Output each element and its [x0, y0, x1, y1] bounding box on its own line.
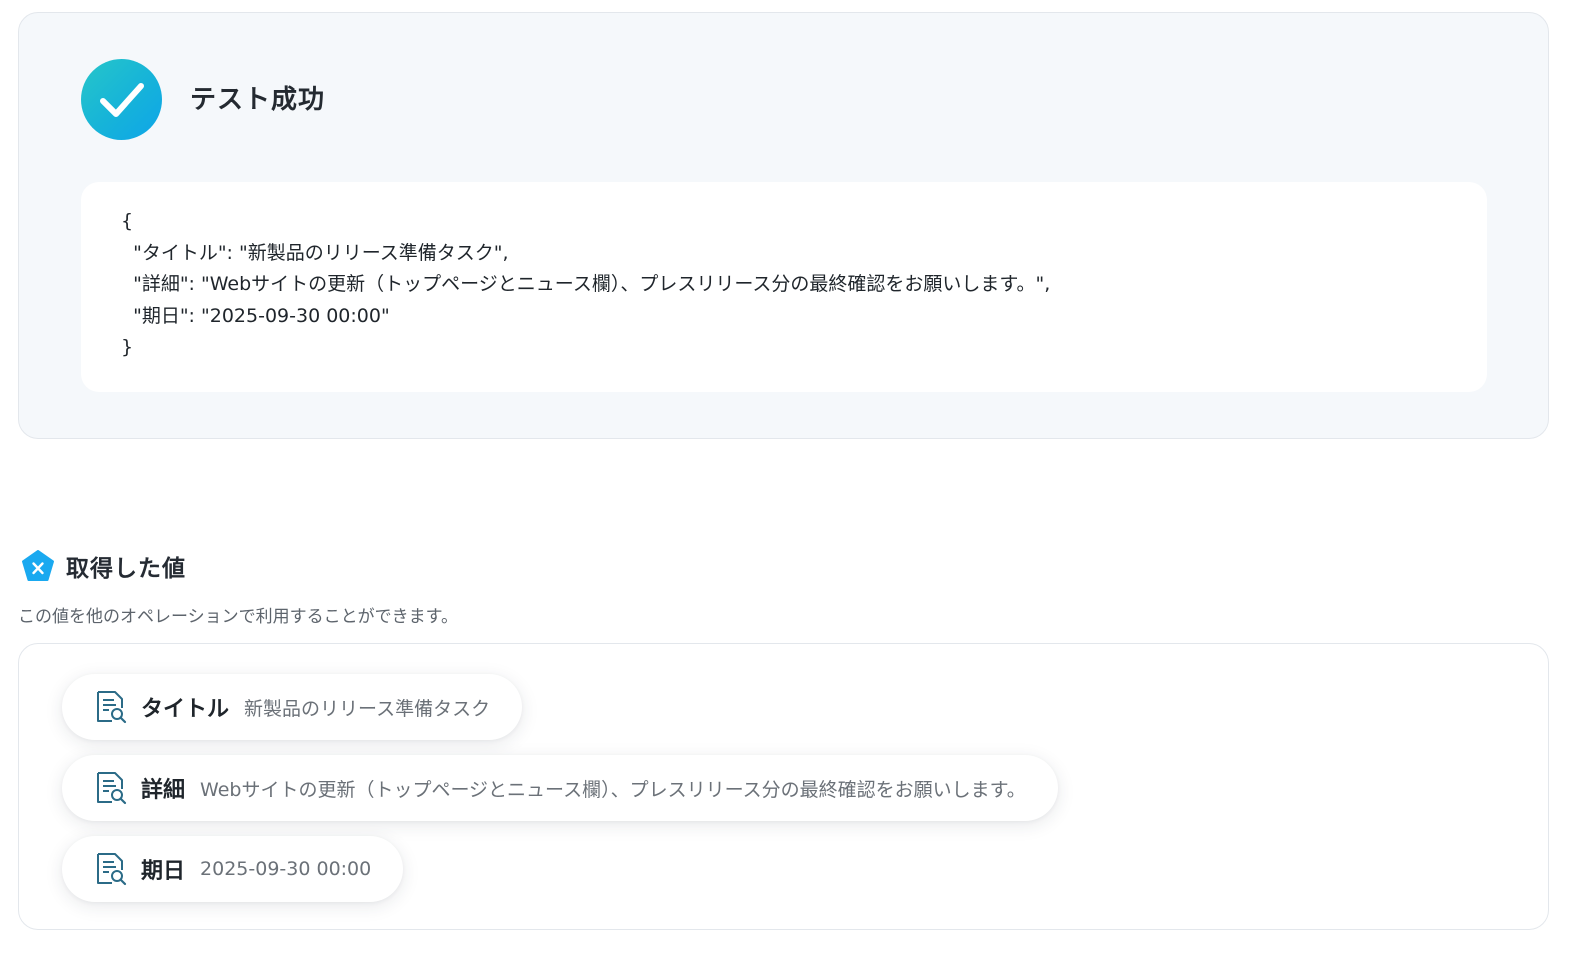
json-line: "詳細": "Webサイトの更新（トップページとニュース欄）、プレスリリース分の… — [121, 273, 1051, 295]
variable-x-icon — [22, 550, 54, 581]
check-circle-icon — [81, 59, 162, 140]
json-line: } — [121, 336, 134, 358]
document-search-icon — [97, 691, 127, 724]
document-search-icon — [97, 772, 127, 805]
value-key: タイトル — [141, 697, 230, 722]
value-text: 2025-09-30 00:00 — [200, 858, 372, 880]
value-key: 詳細 — [141, 778, 186, 803]
retrieved-values-description: この値を他のオペレーションで利用することができます。 — [18, 607, 458, 627]
test-success-title: テスト成功 — [190, 85, 326, 115]
json-output-box: { "タイトル": "新製品のリリース準備タスク", "詳細": "Webサイト… — [81, 182, 1487, 392]
json-line: { — [121, 210, 134, 232]
value-key: 期日 — [141, 859, 186, 884]
value-chip-due-date[interactable]: 期日 2025-09-30 00:00 — [62, 836, 404, 902]
value-chip-details[interactable]: 詳細 Webサイトの更新（トップページとニュース欄）、プレスリリース分の最終確認… — [62, 755, 1058, 821]
json-line: "タイトル": "新製品のリリース準備タスク", — [121, 241, 509, 264]
document-search-icon — [97, 853, 127, 886]
value-chip-title[interactable]: タイトル 新製品のリリース準備タスク — [62, 674, 523, 740]
retrieved-values-panel: タイトル 新製品のリリース準備タスク 詳細 Webサイトの更新（トップページとニ… — [18, 643, 1549, 930]
json-line: "期日": "2025-09-30 00:00" — [121, 304, 390, 327]
value-text: Webサイトの更新（トップページとニュース欄）、プレスリリース分の最終確認をお願… — [200, 778, 1026, 801]
retrieved-values-header: 取得した値 — [21, 549, 186, 583]
retrieved-values-title: 取得した値 — [66, 556, 186, 582]
test-result-panel: テスト成功 { "タイトル": "新製品のリリース準備タスク", "詳細": "… — [18, 12, 1549, 439]
value-text: 新製品のリリース準備タスク — [244, 697, 491, 720]
